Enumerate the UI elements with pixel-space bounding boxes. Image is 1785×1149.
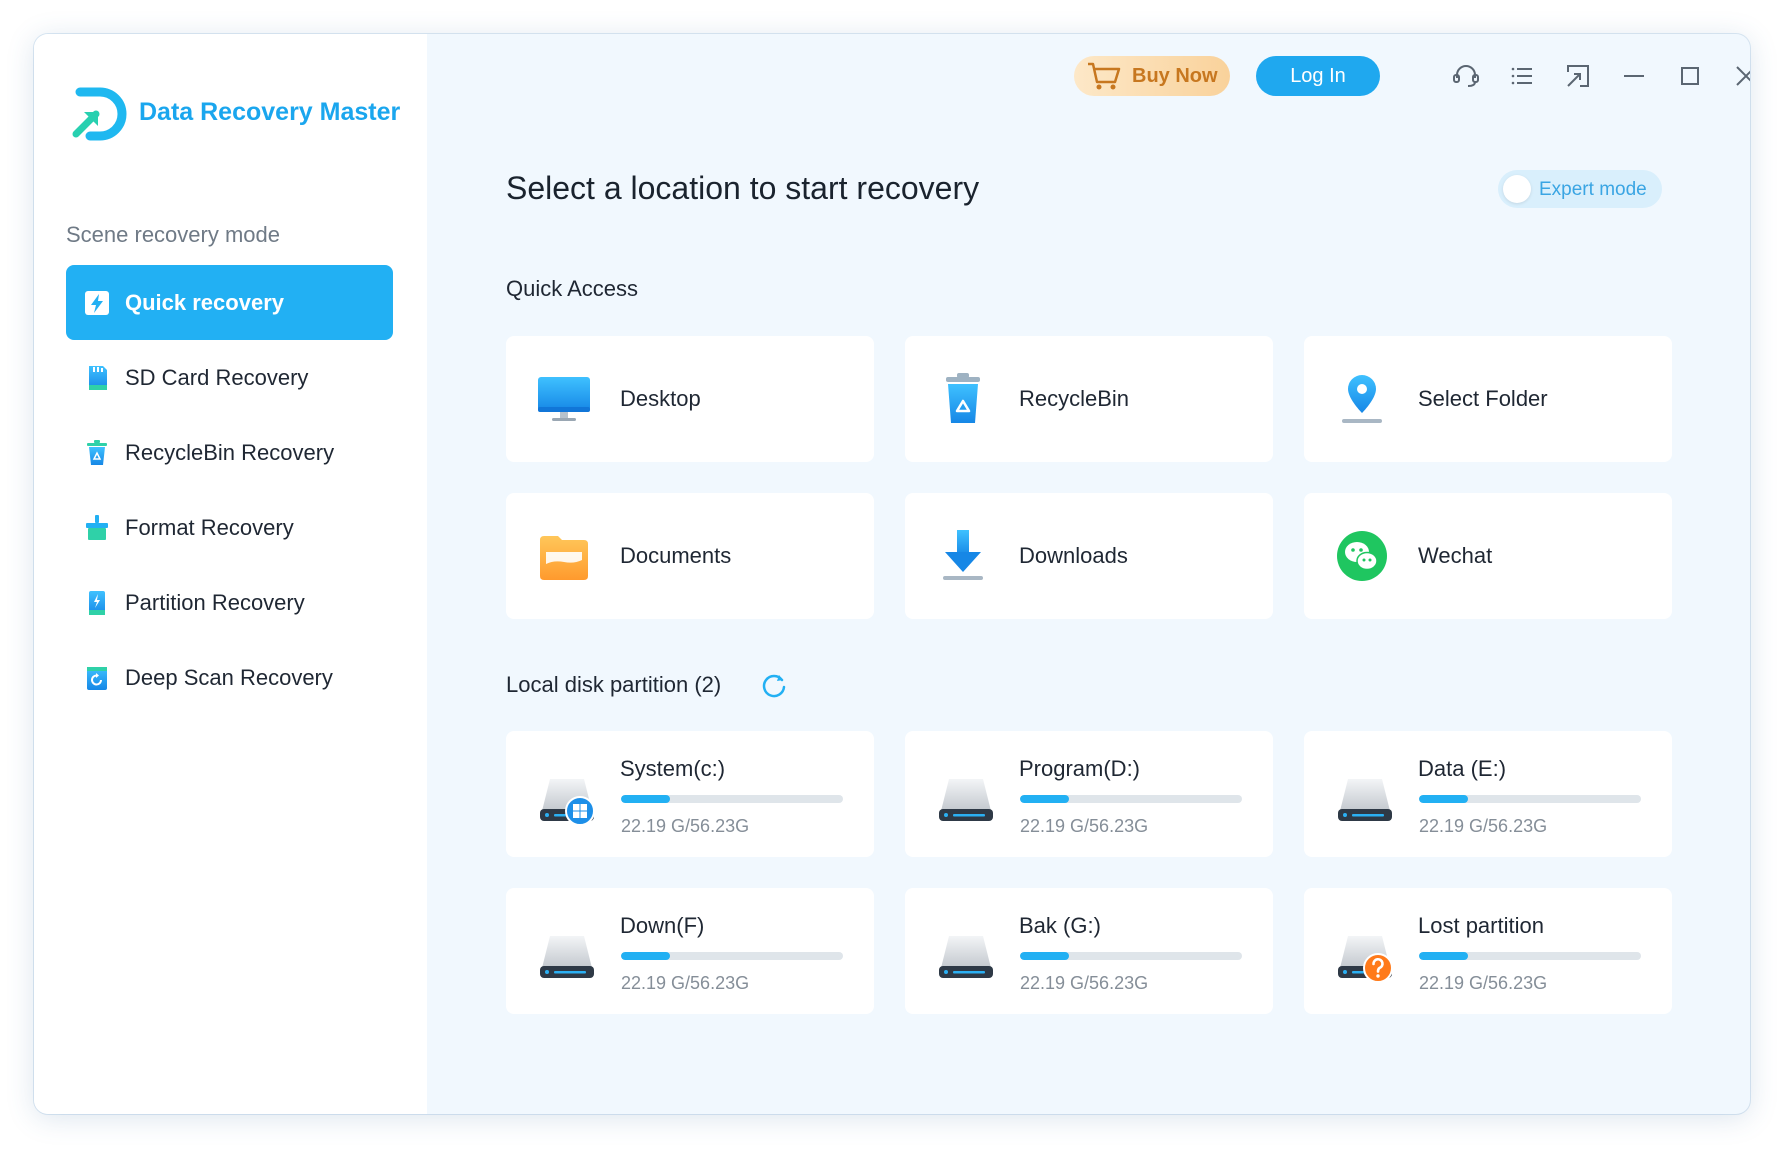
recycle-bin-icon — [87, 439, 107, 465]
disk-name: Data (E:) — [1418, 756, 1507, 781]
local-disk-title: Local disk partition (2) — [506, 672, 722, 697]
disk-name: Lost partition — [1418, 913, 1544, 938]
nav-label: Deep Scan Recovery — [125, 664, 333, 690]
page-title: Select a location to start recovery — [506, 170, 980, 206]
format-brush-icon — [86, 514, 108, 540]
nav-item-sd-card-recovery[interactable]: SD Card Recovery — [66, 340, 393, 415]
quick-access-desktop[interactable]: Desktop — [506, 336, 874, 462]
download-icon — [943, 530, 983, 580]
desktop-icon — [538, 377, 590, 421]
hard-disk-icon — [1338, 779, 1392, 821]
nav-item-deep-scan-recovery[interactable]: Deep Scan Recovery — [66, 640, 393, 715]
disk-usage-fill — [621, 952, 670, 960]
disk-size: 22.19 G/56.23G — [621, 973, 750, 993]
quick-access-recyclebin[interactable]: RecycleBin — [905, 336, 1273, 462]
quick-access-label: Select Folder — [1418, 386, 1548, 411]
disk-name: Bak (G:) — [1019, 913, 1101, 938]
nav-item-partition-recovery[interactable]: Partition Recovery — [66, 565, 393, 640]
buy-now-label: Buy Now — [1132, 64, 1218, 87]
quick-access-label: Downloads — [1019, 543, 1128, 568]
wechat-icon — [1337, 531, 1387, 581]
partition-icon — [89, 590, 105, 615]
disk-usage-bar — [621, 952, 843, 960]
app-logo-icon — [72, 87, 127, 141]
disk-usage-bar — [1419, 795, 1641, 803]
disk-partition-d[interactable]: Program(D:) 22.19 G/56.23G — [905, 731, 1273, 857]
disk-usage-bar — [621, 795, 843, 803]
toggle-knob — [1503, 175, 1531, 203]
hard-disk-icon — [540, 779, 595, 826]
folder-icon — [540, 536, 588, 580]
nav-item-format-recovery[interactable]: Format Recovery — [66, 490, 393, 565]
location-pin-icon — [1342, 375, 1382, 423]
lightning-icon — [85, 290, 109, 315]
hard-disk-icon — [939, 936, 993, 978]
recycle-bin-icon — [946, 373, 980, 423]
share-icon[interactable] — [1562, 60, 1594, 92]
nav-label: SD Card Recovery — [125, 364, 309, 390]
hard-disk-icon — [1338, 936, 1393, 983]
minimize-icon[interactable] — [1618, 60, 1650, 92]
cart-icon — [1088, 62, 1121, 90]
disk-usage-fill — [1419, 952, 1468, 960]
quick-access-downloads[interactable]: Downloads — [905, 493, 1273, 619]
quick-access-title: Quick Access — [506, 276, 639, 301]
quick-access-select-folder[interactable]: Select Folder — [1304, 336, 1672, 462]
deep-scan-icon — [87, 666, 107, 690]
sidebar: Data Recovery Master Scene recovery mode… — [34, 34, 427, 1114]
disk-partition-lost[interactable]: Lost partition 22.19 G/56.23G — [1304, 888, 1672, 1014]
disk-size: 22.19 G/56.23G — [1419, 816, 1548, 836]
disk-size: 22.19 G/56.23G — [1020, 816, 1149, 836]
disk-size: 22.19 G/56.23G — [1419, 973, 1548, 993]
disk-usage-bar — [1419, 952, 1641, 960]
app-title: Data Recovery Master — [139, 98, 401, 126]
expert-mode-toggle[interactable]: Expert mode — [1498, 170, 1662, 208]
section-title: Scene recovery mode — [66, 222, 280, 247]
hard-disk-icon — [939, 779, 993, 821]
buy-now-button[interactable]: Buy Now — [1074, 56, 1230, 96]
disk-size: 22.19 G/56.23G — [1020, 973, 1149, 993]
nav-label: Partition Recovery — [125, 589, 305, 615]
quick-access-label: Desktop — [620, 386, 701, 411]
nav-label: Format Recovery — [125, 514, 294, 540]
refresh-icon[interactable] — [760, 671, 788, 699]
disk-usage-bar — [1020, 952, 1242, 960]
nav-item-quick-recovery[interactable]: Quick recovery — [66, 265, 393, 340]
nav-label: RecycleBin Recovery — [125, 439, 335, 465]
quick-access-label: RecycleBin — [1019, 386, 1130, 411]
disk-usage-fill — [1020, 795, 1069, 803]
log-in-button[interactable]: Log In — [1256, 56, 1380, 96]
disk-partition-f[interactable]: Down(F) 22.19 G/56.23G — [506, 888, 874, 1014]
expert-mode-label: Expert mode — [1539, 179, 1647, 200]
quick-access-wechat[interactable]: Wechat — [1304, 493, 1672, 619]
disk-partition-g[interactable]: Bak (G:) 22.19 G/56.23G — [905, 888, 1273, 1014]
close-icon[interactable] — [1730, 60, 1750, 92]
quick-access-documents[interactable]: Documents — [506, 493, 874, 619]
disk-name: System(c:) — [620, 756, 726, 781]
nav-list: Quick recovery SD Card Recovery RecycleB… — [66, 265, 393, 715]
disk-size: 22.19 G/56.23G — [621, 816, 750, 836]
sd-card-icon — [89, 365, 107, 390]
hard-disk-icon — [540, 936, 594, 978]
nav-label: Quick recovery — [125, 289, 284, 315]
disk-partition-e[interactable]: Data (E:) 22.19 G/56.23G — [1304, 731, 1672, 857]
disk-usage-bar — [1020, 795, 1242, 803]
disk-usage-fill — [621, 795, 670, 803]
disk-name: Program(D:) — [1019, 756, 1141, 781]
disk-partition-c[interactable]: System(c:) 22.19 G/56.23G — [506, 731, 874, 857]
support-icon[interactable] — [1450, 60, 1482, 92]
disk-usage-fill — [1419, 795, 1468, 803]
disk-usage-fill — [1020, 952, 1069, 960]
quick-access-label: Wechat — [1418, 543, 1493, 568]
quick-access-label: Documents — [620, 543, 732, 568]
menu-list-icon[interactable] — [1506, 60, 1538, 92]
disk-name: Down(F) — [620, 913, 705, 938]
nav-item-recyclebin-recovery[interactable]: RecycleBin Recovery — [66, 415, 393, 490]
maximize-icon[interactable] — [1674, 60, 1706, 92]
app-window: Data Recovery Master Scene recovery mode… — [34, 34, 1750, 1114]
